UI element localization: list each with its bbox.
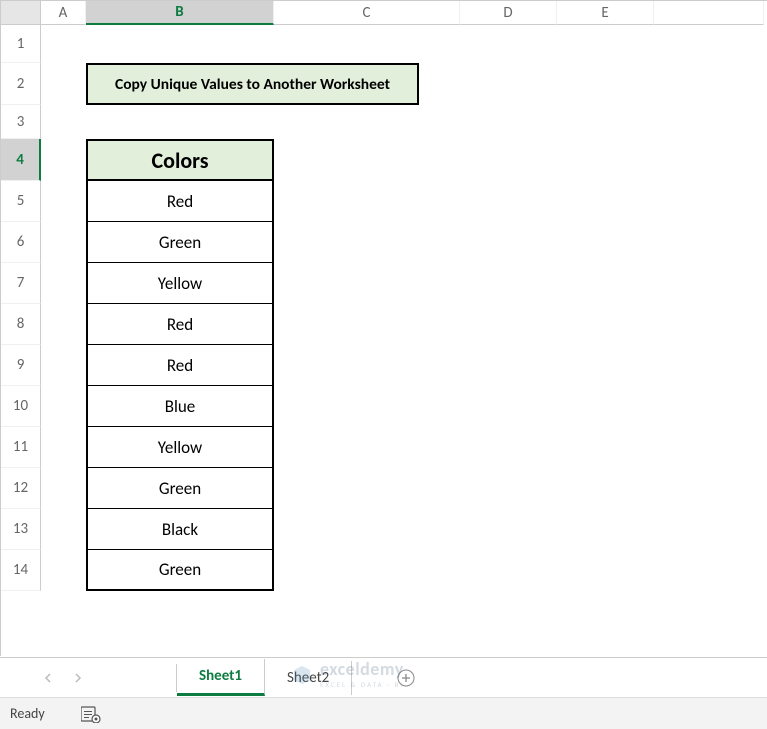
watermark: exceldemy EXCEL & DATA · BI bbox=[290, 658, 404, 689]
watermark-sub: EXCEL & DATA · BI bbox=[320, 680, 404, 689]
row-header-13[interactable]: 13 bbox=[1, 509, 41, 550]
row-header-7[interactable]: 7 bbox=[1, 263, 41, 304]
row-header-5[interactable]: 5 bbox=[1, 181, 41, 222]
data-cell[interactable]: Red bbox=[86, 345, 274, 386]
row-header-14[interactable]: 14 bbox=[1, 550, 41, 591]
row-header-10[interactable]: 10 bbox=[1, 386, 41, 427]
col-header-B[interactable]: B bbox=[86, 1, 274, 25]
row-header-1[interactable]: 1 bbox=[1, 25, 41, 63]
data-cell[interactable]: Red bbox=[86, 181, 274, 222]
data-cell[interactable]: Green bbox=[86, 222, 274, 263]
data-cell[interactable]: Red bbox=[86, 304, 274, 345]
row-header-column: 1 2 3 4 5 6 7 8 9 10 11 12 13 14 bbox=[1, 1, 41, 656]
data-cell[interactable]: Green bbox=[86, 550, 274, 591]
status-bar: Ready bbox=[0, 697, 767, 729]
row-header-8[interactable]: 8 bbox=[1, 304, 41, 345]
grid-content: A B C D E Copy Unique Values to Another … bbox=[41, 1, 767, 656]
data-cell[interactable]: Black bbox=[86, 509, 274, 550]
row-header-3[interactable]: 3 bbox=[1, 105, 41, 139]
row-header-4[interactable]: 4 bbox=[1, 139, 41, 181]
row-header-11[interactable]: 11 bbox=[1, 427, 41, 468]
table-header-cell[interactable]: Colors bbox=[86, 139, 274, 181]
data-cell[interactable]: Blue bbox=[86, 386, 274, 427]
row-header-2[interactable]: 2 bbox=[1, 63, 41, 105]
title-cell[interactable]: Copy Unique Values to Another Worksheet bbox=[86, 63, 419, 105]
col-header-F[interactable] bbox=[654, 1, 764, 25]
data-cell[interactable]: Yellow bbox=[86, 263, 274, 304]
macro-record-icon[interactable] bbox=[81, 705, 101, 723]
row-header-6[interactable]: 6 bbox=[1, 222, 41, 263]
tab-prev-button[interactable] bbox=[36, 666, 60, 690]
spreadsheet-grid: 1 2 3 4 5 6 7 8 9 10 11 12 13 14 A B C D… bbox=[0, 0, 767, 656]
row-header-9[interactable]: 9 bbox=[1, 345, 41, 386]
col-header-row: A B C D E bbox=[41, 1, 767, 25]
row-header-12[interactable]: 12 bbox=[1, 468, 41, 509]
col-header-E[interactable]: E bbox=[557, 1, 654, 25]
tab-next-button[interactable] bbox=[66, 666, 90, 690]
watermark-text: exceldemy bbox=[320, 658, 404, 680]
status-text: Ready bbox=[10, 705, 45, 722]
col-header-D[interactable]: D bbox=[460, 1, 557, 25]
sheet-tab-sheet1[interactable]: Sheet1 bbox=[177, 659, 265, 696]
col-header-C[interactable]: C bbox=[274, 1, 460, 25]
data-cell[interactable]: Green bbox=[86, 468, 274, 509]
col-header-A[interactable]: A bbox=[41, 1, 86, 25]
data-cell[interactable]: Yellow bbox=[86, 427, 274, 468]
select-all-corner[interactable] bbox=[1, 1, 41, 25]
